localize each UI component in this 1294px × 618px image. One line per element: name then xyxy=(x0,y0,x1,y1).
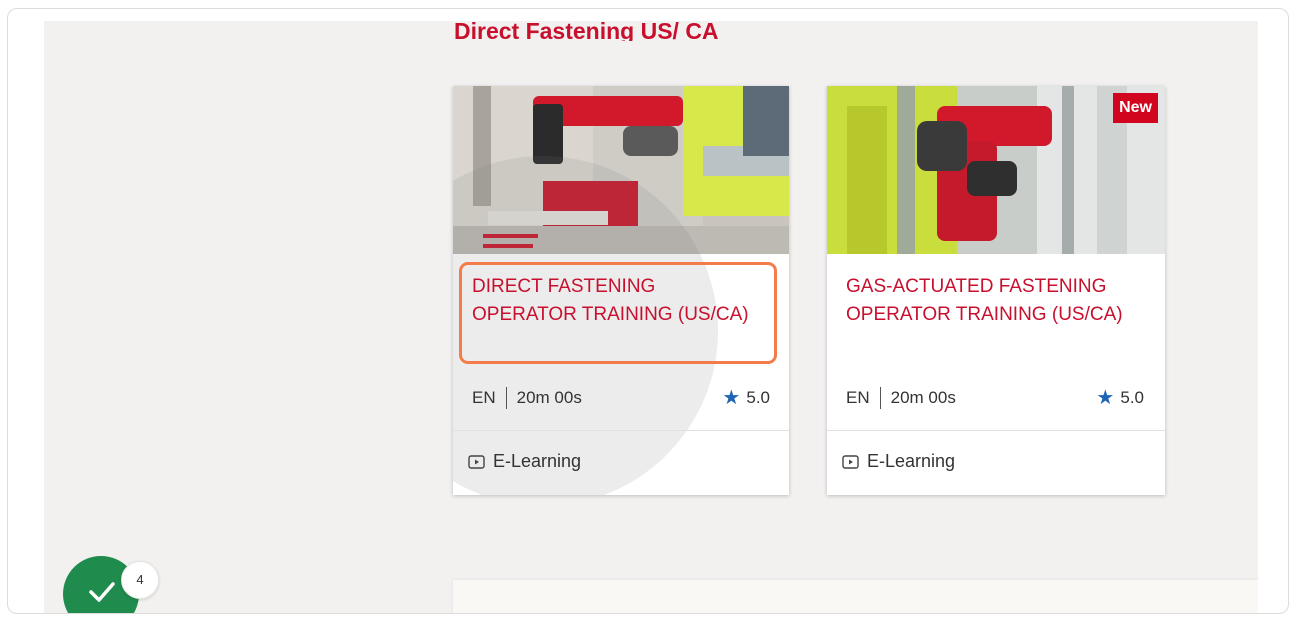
rating-value: 5.0 xyxy=(1120,388,1144,407)
catalog-content: Direct Fastening US/ CA DIRECT FASTENING… xyxy=(44,21,1258,613)
checkmark-icon xyxy=(89,582,115,602)
course-meta: EN 20m 00s ★ 5.0 xyxy=(472,386,770,410)
duration-label: 20m 00s xyxy=(890,388,956,407)
course-title[interactable]: DIRECT FASTENING OPERATOR TRAINING (US/C… xyxy=(472,273,762,329)
course-type: E-Learning xyxy=(468,451,581,472)
star-icon: ★ xyxy=(1096,387,1115,409)
course-card[interactable]: DIRECT FASTENING OPERATOR TRAINING (US/C… xyxy=(453,86,789,495)
browser-frame: Direct Fastening US/ CA DIRECT FASTENING… xyxy=(7,8,1289,614)
play-video-icon xyxy=(468,454,485,469)
language-label: EN xyxy=(472,388,496,407)
card-divider xyxy=(453,430,789,431)
rating: ★ 5.0 xyxy=(1096,388,1144,408)
course-card[interactable]: New GAS-ACTUATED FASTENING OPERATOR TRAI… xyxy=(827,86,1165,495)
course-type-label: E-Learning xyxy=(867,451,956,471)
course-type: E-Learning xyxy=(842,451,955,472)
course-thumbnail[interactable]: New xyxy=(827,86,1165,254)
language-label: EN xyxy=(846,388,870,407)
rating-value: 5.0 xyxy=(746,388,770,407)
duration-label: 20m 00s xyxy=(516,388,582,407)
meta-separator xyxy=(879,387,881,409)
lower-section-panel xyxy=(453,580,1258,613)
progress-count-badge: 4 xyxy=(121,561,159,599)
new-badge: New xyxy=(1113,93,1158,123)
course-title[interactable]: GAS-ACTUATED FASTENING OPERATOR TRAINING… xyxy=(846,273,1136,329)
course-meta: EN 20m 00s ★ 5.0 xyxy=(846,386,1144,410)
course-type-label: E-Learning xyxy=(493,451,582,471)
section-title: Direct Fastening US/ CA xyxy=(454,21,719,41)
meta-separator xyxy=(505,387,507,409)
rating: ★ 5.0 xyxy=(722,388,770,408)
play-video-icon xyxy=(842,454,859,469)
card-divider xyxy=(827,430,1165,431)
star-icon: ★ xyxy=(722,387,741,409)
